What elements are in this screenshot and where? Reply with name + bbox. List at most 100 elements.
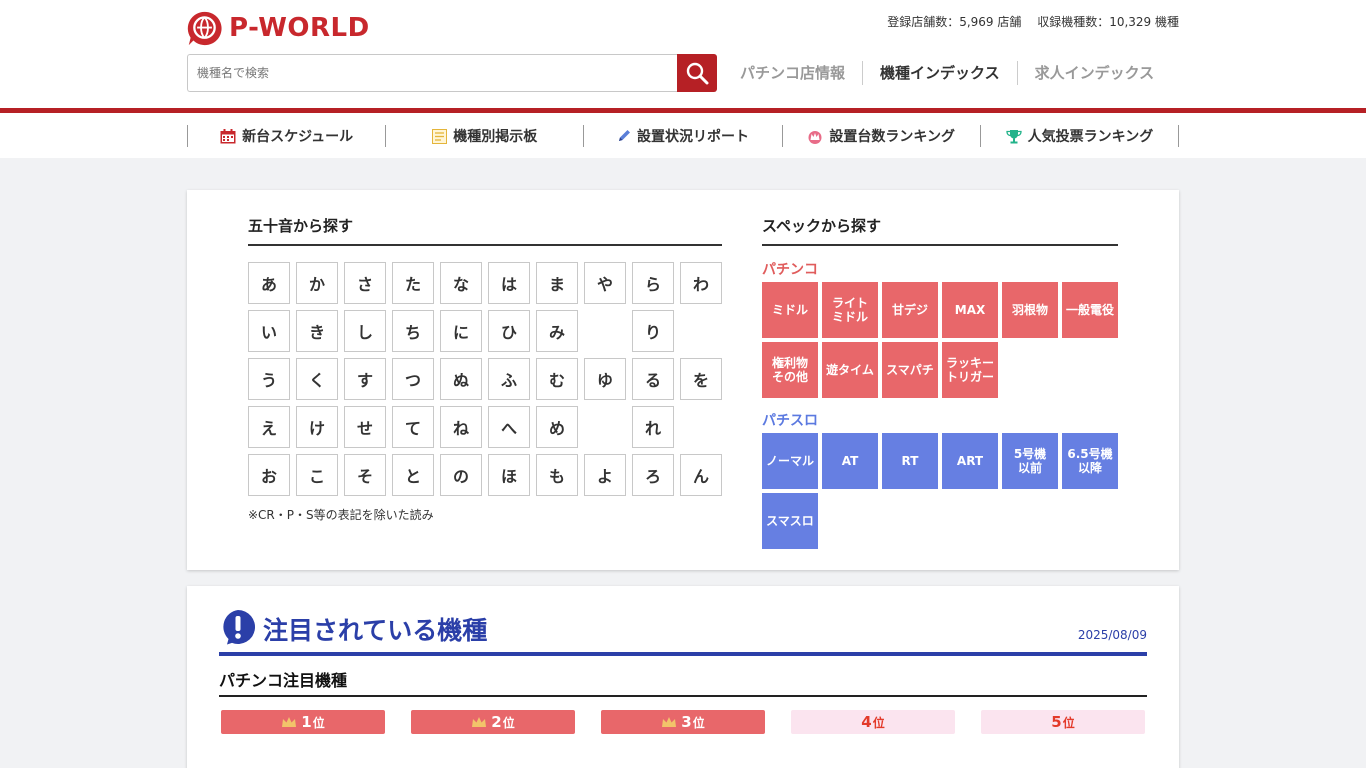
pachinko-spec-button[interactable]: MAX [942, 282, 998, 338]
subnav-label: 新台スケジュール [242, 129, 354, 145]
slot-spec-button[interactable]: ART [942, 433, 998, 489]
kana-button[interactable]: き [296, 310, 338, 352]
pachinko-spec-button[interactable]: 権利物 その他 [762, 342, 818, 398]
kana-button[interactable]: ゆ [584, 358, 626, 400]
kana-button[interactable]: も [536, 454, 578, 496]
kana-button[interactable]: た [392, 262, 434, 304]
kana-button[interactable]: け [296, 406, 338, 448]
kana-button[interactable]: ほ [488, 454, 530, 496]
kana-button[interactable]: つ [392, 358, 434, 400]
logo-text: P-WORLD [229, 13, 370, 43]
pachinko-spec-button[interactable]: 遊タイム [822, 342, 878, 398]
subnav-new-schedule[interactable]: 新台スケジュール [188, 125, 387, 147]
kana-button[interactable]: と [392, 454, 434, 496]
subnav-report[interactable]: 設置状況リポート [584, 125, 783, 147]
kana-button[interactable]: ら [632, 262, 674, 304]
pachinko-spec-button[interactable]: 一般電役 [1062, 282, 1118, 338]
search-panel: 五十音から探す あかさたなはまやらわいきしちにひみ りうくすつぬふむゆるをえけせて… [187, 190, 1179, 570]
kana-button[interactable]: の [440, 454, 482, 496]
kana-button[interactable]: く [296, 358, 338, 400]
kana-empty-cell [680, 406, 722, 448]
crown-icon [282, 717, 297, 727]
pachinko-spec-button[interactable]: ミドル [762, 282, 818, 338]
kana-button[interactable]: ろ [632, 454, 674, 496]
rank-tab-2[interactable]: 2位 [411, 710, 575, 734]
kana-button[interactable]: み [536, 310, 578, 352]
subnav-install-ranking[interactable]: 設置台数ランキング [783, 125, 981, 147]
search-input[interactable] [187, 54, 677, 92]
pachinko-spec-button[interactable]: ライト ミドル [822, 282, 878, 338]
rank-number: 5 [1051, 713, 1062, 731]
subnav-board[interactable]: 機種別掲示板 [386, 125, 585, 147]
kana-button[interactable]: る [632, 358, 674, 400]
kana-button[interactable]: む [536, 358, 578, 400]
kana-button[interactable]: ち [392, 310, 434, 352]
kana-button[interactable]: め [536, 406, 578, 448]
kana-button[interactable]: え [248, 406, 290, 448]
kana-button[interactable]: あ [248, 262, 290, 304]
subnav-vote-ranking[interactable]: 人気投票ランキング [981, 125, 1180, 147]
pachinko-spec-button[interactable]: 甘デジ [882, 282, 938, 338]
pachinko-spec-button[interactable]: 羽根物 [1002, 282, 1058, 338]
site-logo[interactable]: P-WORLD [186, 9, 370, 47]
slot-spec-button[interactable]: スマスロ [762, 493, 818, 549]
slot-spec-grid: ノーマル AT RT ART 5号機 以前 6.5号機 以降スマスロ [762, 433, 1118, 549]
slot-label: パチスロ [762, 413, 818, 429]
kana-button[interactable]: ひ [488, 310, 530, 352]
site-header: P-WORLD 登録店舗数：5,969 店舗 収録機種数：10,329 機種 パ… [0, 0, 1366, 108]
calendar-icon [220, 128, 236, 143]
slot-spec-button[interactable]: ノーマル [762, 433, 818, 489]
kana-button[interactable]: ん [680, 454, 722, 496]
nav-machine-index[interactable]: 機種インデックス [863, 61, 1017, 85]
pachinko-spec-grid: ミドル ライト ミドル 甘デジ MAX 羽根物 一般電役権利物 その他 遊タイム スマパチ ラッ… [762, 282, 1118, 398]
featured-header: 注目されている機種 2025/08/09 [219, 608, 1147, 656]
kana-button[interactable]: は [488, 262, 530, 304]
kana-button[interactable]: ぬ [440, 358, 482, 400]
kana-button[interactable]: へ [488, 406, 530, 448]
kana-button[interactable]: お [248, 454, 290, 496]
kana-button[interactable]: い [248, 310, 290, 352]
kana-button[interactable]: す [344, 358, 386, 400]
kana-button[interactable]: か [296, 262, 338, 304]
kana-button[interactable]: を [680, 358, 722, 400]
kana-button[interactable]: せ [344, 406, 386, 448]
rank-tab-5[interactable]: 5位 [981, 710, 1145, 734]
slot-spec-button[interactable]: RT [882, 433, 938, 489]
kana-button[interactable]: こ [296, 454, 338, 496]
kana-button[interactable]: よ [584, 454, 626, 496]
slot-spec-button[interactable]: AT [822, 433, 878, 489]
pachinko-spec-button[interactable]: ラッキー トリガー [942, 342, 998, 398]
kana-button[interactable]: に [440, 310, 482, 352]
pachinko-spec-button[interactable]: スマパチ [882, 342, 938, 398]
kana-button[interactable]: し [344, 310, 386, 352]
kana-button[interactable]: わ [680, 262, 722, 304]
search-button[interactable] [677, 54, 717, 92]
kana-button[interactable]: て [392, 406, 434, 448]
slot-spec-button[interactable]: 5号機 以前 [1002, 433, 1058, 489]
rank-tab-3[interactable]: 3位 [601, 710, 765, 734]
subnav-label: 機種別掲示板 [453, 129, 538, 145]
kana-button[interactable]: ふ [488, 358, 530, 400]
nav-store-info[interactable]: パチンコ店情報 [723, 61, 862, 85]
search-bar [187, 54, 717, 92]
kana-button[interactable]: そ [344, 454, 386, 496]
featured-date: 2025/08/09 [1077, 628, 1147, 642]
machine-count: 収録機種数：10,329 機種 [1037, 15, 1179, 29]
rank-tab-1[interactable]: 1位 [221, 710, 385, 734]
logo-mark-icon [187, 11, 222, 45]
kana-button[interactable]: や [584, 262, 626, 304]
kana-button[interactable]: ま [536, 262, 578, 304]
kana-button[interactable]: な [440, 262, 482, 304]
kana-button[interactable]: ね [440, 406, 482, 448]
spec-search: スペックから探す パチンコ ミドル ライト ミドル 甘デジ MAX 羽根物 一般電役 権利物… [762, 215, 1118, 549]
kana-button[interactable]: う [248, 358, 290, 400]
kana-button[interactable]: り [632, 310, 674, 352]
kana-button[interactable]: さ [344, 262, 386, 304]
kana-button[interactable]: れ [632, 406, 674, 448]
rank-tab-4[interactable]: 4位 [791, 710, 955, 734]
nav-job-index[interactable]: 求人インデックス [1018, 61, 1172, 85]
kana-empty-cell [584, 406, 626, 448]
featured-title: 注目されている機種 [263, 616, 488, 645]
slot-spec-button[interactable]: 6.5号機 以降 [1062, 433, 1118, 489]
exclamation-bubble-icon [223, 610, 256, 645]
